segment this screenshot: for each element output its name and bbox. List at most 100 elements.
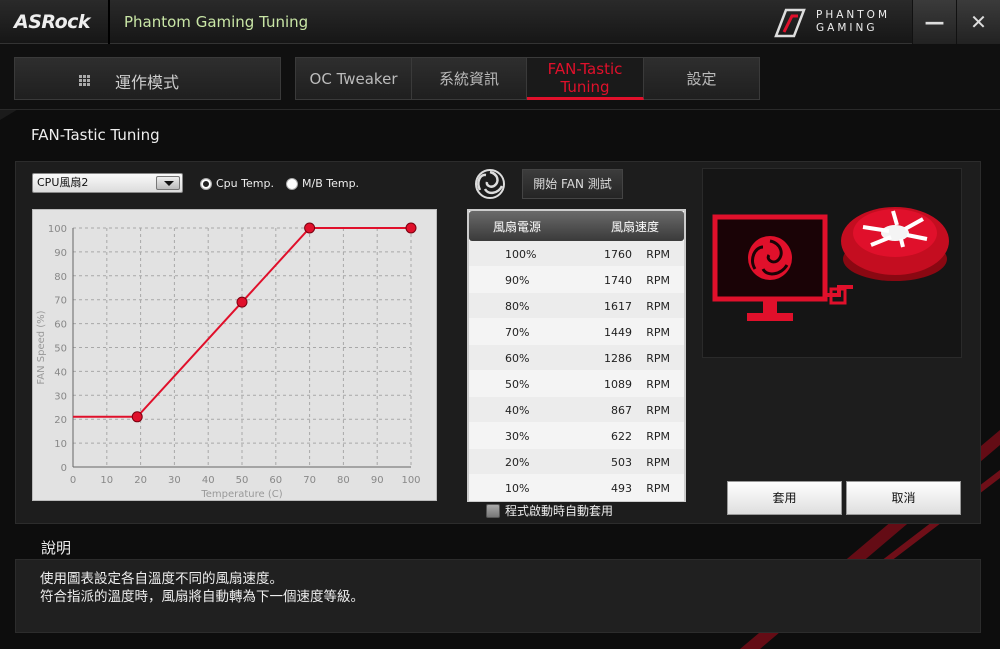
x-tick-label: 20 xyxy=(134,475,147,486)
fan-power-cell: 10% xyxy=(505,482,530,495)
operation-mode-button[interactable]: 運作模式 xyxy=(14,57,281,100)
y-tick-label: 80 xyxy=(54,272,67,283)
fan-rpm-cell: 1089 xyxy=(604,378,632,391)
x-tick-label: 70 xyxy=(303,475,316,486)
fan-rpm-cell: 493 xyxy=(611,482,632,495)
main-tabs: OC Tweaker 系統資訊 FAN-Tastic Tuning 設定 xyxy=(295,57,760,100)
description-line-2: 符合指派的溫度時，風扇將自動轉為下一個速度等級。 xyxy=(40,589,364,605)
x-tick-label: 50 xyxy=(236,475,249,486)
rpm-unit-cell: RPM xyxy=(646,326,670,339)
fan-rpm-cell: 1286 xyxy=(604,352,632,365)
tab-settings[interactable]: 設定 xyxy=(644,57,760,100)
x-tick-label: 90 xyxy=(371,475,384,486)
y-tick-label: 0 xyxy=(61,463,67,474)
fan-power-cell: 90% xyxy=(505,274,530,287)
start-fan-test-button[interactable]: 開始 FAN 測試 xyxy=(522,169,623,199)
x-tick-label: 10 xyxy=(100,475,113,486)
x-tick-label: 60 xyxy=(269,475,282,486)
rpm-unit-cell: RPM xyxy=(646,482,670,495)
x-tick-label: 0 xyxy=(70,475,76,486)
table-row: 80% 1617 RPM xyxy=(469,293,684,319)
table-row: 100% 1760 RPM xyxy=(469,241,684,267)
logo-line-2: GAMING xyxy=(816,22,878,34)
radio-unselected-icon[interactable] xyxy=(286,177,298,190)
table-row: 70% 1449 RPM xyxy=(469,319,684,345)
column-header-fan-speed: 風扇速度 xyxy=(611,220,660,234)
rpm-unit-cell: RPM xyxy=(646,300,670,313)
tab-system-info[interactable]: 系統資訊 xyxy=(412,57,527,100)
fan-curve-line xyxy=(73,227,411,418)
close-button[interactable]: ✕ xyxy=(956,0,1000,44)
auto-apply-checkbox[interactable]: 程式啟動時自動套用 xyxy=(486,502,613,519)
table-row: 30% 622 RPM xyxy=(469,423,684,449)
y-tick-label: 50 xyxy=(54,344,67,355)
fan-curve-control-point[interactable] xyxy=(236,296,248,308)
fan-curve-chart[interactable]: 0 10 20 30 40 50 60 70 80 90 100 0 10 20 30 40 50 60 70 80 9… xyxy=(32,209,437,501)
phantom-gaming-wordmark: PHANTOM GAMING xyxy=(816,9,890,35)
y-tick-label: 30 xyxy=(54,391,67,402)
fan-power-cell: 40% xyxy=(505,404,530,417)
column-header-fan-power: 風扇電源 xyxy=(493,220,542,234)
fan-curve-svg[interactable]: 0 10 20 30 40 50 60 70 80 90 100 0 10 20 30 40 50 60 70 80 9… xyxy=(33,210,438,502)
radio-cpu-temp[interactable]: Cpu Temp. xyxy=(200,177,274,190)
fan-curve-control-point[interactable] xyxy=(131,411,143,423)
fan-select-dropdown[interactable]: CPU風扇2 xyxy=(32,173,183,193)
asrock-logo: ASRock xyxy=(14,11,91,33)
cancel-button[interactable]: 取消 xyxy=(846,481,961,515)
minimize-button[interactable]: — xyxy=(912,0,956,44)
radio-mb-temp-label: M/B Temp. xyxy=(302,177,360,190)
fan-curve-control-point[interactable] xyxy=(304,222,316,234)
fan-rpm-cell: 1760 xyxy=(604,248,632,261)
monitor-fan-illustration xyxy=(712,207,949,321)
description-title: 說明 xyxy=(41,539,72,557)
app-title: Phantom Gaming Tuning xyxy=(124,13,309,31)
rpm-unit-cell: RPM xyxy=(646,456,670,469)
fan-rpm-cell: 867 xyxy=(611,404,632,417)
table-row: 50% 1089 RPM xyxy=(469,371,684,397)
description-line-1: 使用圖表設定各自溫度不同的風扇速度。 xyxy=(40,571,283,587)
auto-apply-label: 程式啟動時自動套用 xyxy=(505,504,614,518)
y-tick-label: 90 xyxy=(54,248,67,259)
table-header: 風扇電源 風扇速度 xyxy=(469,211,684,241)
fan-power-cell: 30% xyxy=(505,430,530,443)
checkbox-icon[interactable] xyxy=(486,503,500,518)
chevron-down-icon[interactable] xyxy=(156,176,180,190)
table-row: 10% 493 RPM xyxy=(469,475,684,501)
radio-cpu-temp-label: Cpu Temp. xyxy=(216,177,274,190)
x-tick-label: 100 xyxy=(401,475,420,486)
nav-bar: 運作模式 OC Tweaker 系統資訊 FAN-Tastic Tuning 設… xyxy=(0,44,1000,110)
fan-rpm-cell: 1449 xyxy=(604,326,632,339)
x-tick-label: 80 xyxy=(337,475,350,486)
operation-mode-label: 運作模式 xyxy=(115,73,180,92)
fan-curve-control-point[interactable] xyxy=(405,222,417,234)
table-body: 100% 1760 RPM 90% 1740 RPM 80% 1617 RPM 70% 1449 RP… xyxy=(469,241,684,501)
tab-oc-tweaker[interactable]: OC Tweaker xyxy=(295,57,412,100)
radio-selected-icon[interactable] xyxy=(200,177,212,190)
y-tick-label: 40 xyxy=(54,367,67,378)
fan-rpm-cell: 1740 xyxy=(604,274,632,287)
radio-mb-temp[interactable]: M/B Temp. xyxy=(286,177,359,190)
fan-power-cell: 50% xyxy=(505,378,530,391)
table-row: 60% 1286 RPM xyxy=(469,345,684,371)
rpm-unit-cell: RPM xyxy=(646,352,670,365)
rpm-unit-cell: RPM xyxy=(646,248,670,261)
y-tick-label: 70 xyxy=(54,296,67,307)
y-tick-label: 60 xyxy=(54,320,67,331)
apply-button[interactable]: 套用 xyxy=(727,481,842,515)
grid-icon xyxy=(79,75,90,86)
table-row: 20% 503 RPM xyxy=(469,449,684,475)
rpm-unit-cell: RPM xyxy=(646,274,670,287)
fan-speed-table: 風扇電源 風扇速度 100% 1760 RPM 90% 1740 RPM 80% 1617 RP… xyxy=(467,209,686,502)
fan-rpm-cell: 1617 xyxy=(604,300,632,313)
title-bar: ASRock Phantom Gaming Tuning PHANTOM GAM… xyxy=(0,0,1000,44)
tab-fan-tastic-tuning[interactable]: FAN-Tastic Tuning xyxy=(527,57,644,100)
table-row: 40% 867 RPM xyxy=(469,397,684,423)
fan-swirl-icon xyxy=(475,169,505,199)
description-box: 使用圖表設定各自溫度不同的風扇速度。 符合指派的溫度時，風扇將自動轉為下一個速度… xyxy=(15,559,981,633)
fan-power-cell: 60% xyxy=(505,352,530,365)
fan-power-cell: 100% xyxy=(505,248,537,261)
page-title: FAN-Tastic Tuning xyxy=(31,126,160,144)
title-divider xyxy=(108,0,110,44)
table-row: 90% 1740 RPM xyxy=(469,267,684,293)
fan-illustration-panel xyxy=(702,168,962,358)
